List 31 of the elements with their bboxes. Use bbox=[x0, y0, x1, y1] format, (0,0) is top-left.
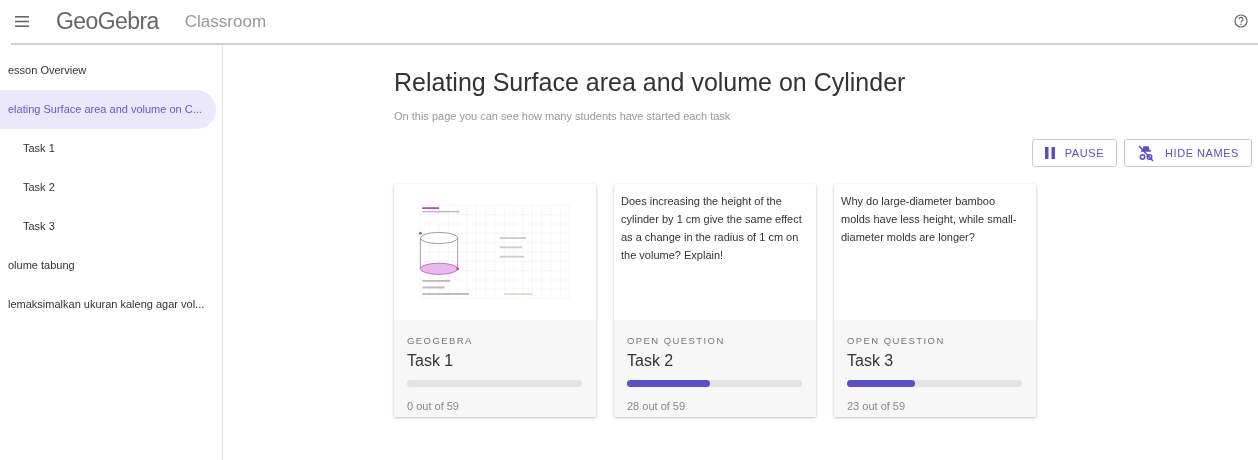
task-card[interactable]: Why do large-diameter bamboo molds have less height, while small-diameter molds are longer? OPEN QUESTION Task 3 23 out of 59 bbox=[834, 183, 1036, 417]
question-text: Why do large-diameter bamboo molds have less height, while small-diameter molds are longer? bbox=[841, 193, 1018, 245]
task-card[interactable]: Does increasing the height of the cylinder by 1 cm give the same effect as a change in the radius of 1 cm on the volume? Explain! OPEN QUESTION Task 2 28 out of 59 bbox=[614, 183, 816, 417]
sidebar-item[interactable]: lemaksimalkan ukuran kaleng agar vol... bbox=[0, 285, 216, 324]
sidebar-item[interactable]: Task 3 bbox=[0, 207, 216, 246]
brand-logo: GeoGebra bbox=[56, 7, 159, 37]
task-title: Task 1 bbox=[407, 351, 455, 371]
sidebar-item[interactable]: Task 1 bbox=[0, 129, 216, 168]
product-name: Classroom bbox=[184, 10, 267, 33]
page-subtitle: On this page you can see how many students have started each task bbox=[394, 109, 732, 125]
task-type: OPEN QUESTION bbox=[627, 333, 726, 348]
pause-icon bbox=[1044, 146, 1055, 159]
task-type: GEOGEBRA bbox=[407, 333, 474, 348]
task-card[interactable]: GEOGEBRA Task 1 0 out of 59 bbox=[394, 183, 596, 417]
pause-button[interactable]: PAUSE bbox=[1031, 138, 1118, 167]
hide-names-button[interactable]: HIDE NAMES bbox=[1124, 138, 1252, 167]
progress-count: 0 out of 59 bbox=[407, 399, 460, 414]
task-title: Task 2 bbox=[627, 351, 675, 371]
sidebar-item[interactable]: elating Surface area and volume on C... bbox=[0, 90, 216, 129]
sidebar-item[interactable]: Task 2 bbox=[0, 168, 216, 207]
progress-count: 23 out of 59 bbox=[847, 399, 907, 414]
question-text: Does increasing the height of the cylinder by 1 cm give the same effect as a change in the radius of 1 cm on the volume? Explain! bbox=[621, 193, 803, 263]
page-title: Relating Surface area and volume on Cylinder bbox=[394, 67, 907, 98]
task-type: OPEN QUESTION bbox=[847, 333, 946, 348]
sidebar-item[interactable]: olume tabung bbox=[0, 246, 216, 285]
hidden-person-icon bbox=[1137, 143, 1156, 162]
sidebar-item[interactable]: esson Overview bbox=[0, 51, 216, 90]
progress-count: 28 out of 59 bbox=[627, 399, 687, 414]
menu-icon[interactable] bbox=[15, 16, 29, 27]
task-title: Task 3 bbox=[847, 351, 895, 371]
help-icon[interactable] bbox=[1234, 13, 1248, 28]
